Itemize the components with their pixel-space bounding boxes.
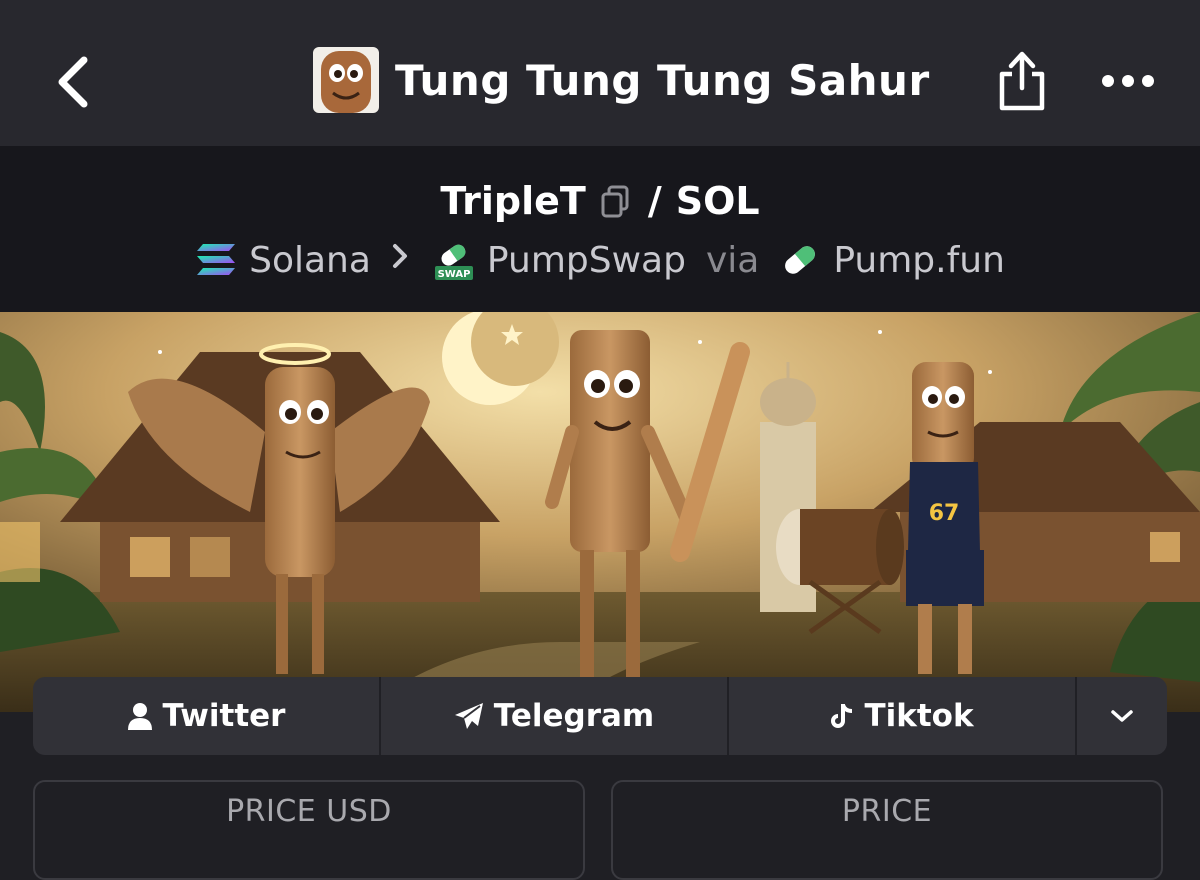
chain-link[interactable]: Solana bbox=[249, 240, 371, 281]
launchpad-link[interactable]: Pump.fun bbox=[833, 240, 1005, 281]
pair-name: TripleT / SOL bbox=[0, 176, 1200, 226]
price-label: PRICE bbox=[841, 794, 933, 829]
share-icon bbox=[999, 51, 1045, 111]
share-button[interactable] bbox=[996, 48, 1048, 114]
twitter-button[interactable]: Twitter bbox=[33, 677, 381, 755]
telegram-icon bbox=[454, 703, 483, 729]
token-avatar bbox=[313, 47, 379, 113]
chevron-left-icon bbox=[58, 56, 88, 108]
tiktok-icon bbox=[831, 704, 853, 728]
back-button[interactable] bbox=[50, 50, 100, 114]
more-dots-icon bbox=[1102, 75, 1154, 87]
tiktok-button[interactable]: Tiktok bbox=[729, 677, 1077, 755]
base-symbol: TripleT bbox=[440, 179, 586, 223]
token-title: Tung Tung Tung Sahur bbox=[313, 47, 930, 113]
user-icon bbox=[127, 703, 152, 730]
dex-link[interactable]: PumpSwap bbox=[487, 240, 686, 281]
chevron-right-icon bbox=[391, 240, 409, 280]
social-links-bar: Twitter Telegram Tiktok bbox=[33, 677, 1167, 755]
route-breadcrumb: Solana SWAP PumpSwap via Pump.fun bbox=[0, 234, 1200, 286]
svg-text:SWAP: SWAP bbox=[437, 269, 470, 280]
tiktok-label: Tiktok bbox=[864, 698, 974, 734]
price-card: PRICE bbox=[611, 780, 1163, 880]
telegram-label: Telegram bbox=[493, 698, 655, 734]
top-bar: Tung Tung Tung Sahur bbox=[0, 0, 1200, 146]
twitter-label: Twitter bbox=[162, 698, 286, 734]
pumpswap-icon: SWAP bbox=[433, 242, 475, 280]
more-options-button[interactable] bbox=[1100, 70, 1156, 92]
pill-icon bbox=[779, 242, 821, 278]
solana-icon bbox=[195, 242, 237, 278]
more-socials-button[interactable] bbox=[1077, 677, 1167, 755]
via-label: via bbox=[705, 239, 760, 281]
price-usd-card: PRICE USD bbox=[33, 780, 585, 880]
chevron-down-icon bbox=[1111, 710, 1133, 722]
telegram-button[interactable]: Telegram bbox=[381, 677, 729, 755]
pair-separator: / bbox=[647, 179, 662, 223]
pair-header: TripleT / SOL Solana SWAP PumpSwap via P… bbox=[0, 146, 1200, 312]
price-usd-label: PRICE USD bbox=[226, 794, 392, 829]
page-title: Tung Tung Tung Sahur bbox=[395, 55, 930, 105]
copy-icon[interactable] bbox=[600, 184, 630, 218]
quote-symbol: SOL bbox=[675, 179, 760, 223]
token-banner-image: 67 bbox=[0, 312, 1200, 712]
svg-text:67: 67 bbox=[929, 501, 960, 526]
